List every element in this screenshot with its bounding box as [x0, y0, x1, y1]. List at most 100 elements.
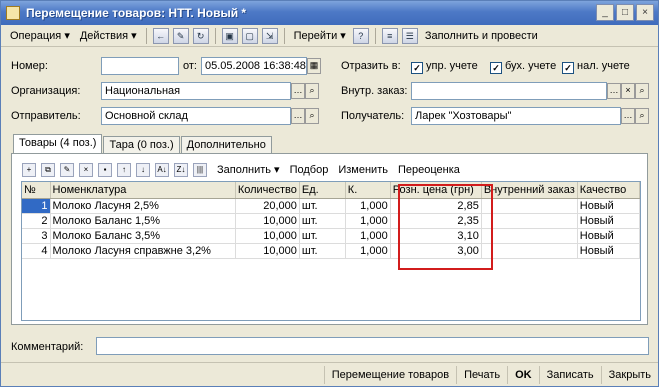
comment-label: Комментарий:: [11, 341, 84, 353]
select-button[interactable]: Подбор: [285, 162, 334, 178]
refresh-icon[interactable]: ↻: [192, 27, 209, 44]
save-button[interactable]: Записать: [538, 365, 601, 384]
date-field[interactable]: 05.05.2008 16:38:48: [201, 57, 307, 75]
document-window: Перемещение товаров: НТТ. Новый * _ □ × …: [0, 0, 659, 387]
table-row[interactable]: 1 Молоко Ласуня 2,5% 20,000 шт. 1,000 2,…: [22, 198, 640, 214]
select-recipient-button[interactable]: …: [621, 108, 635, 124]
sort-desc-icon[interactable]: Z↓: [174, 162, 188, 177]
col-inner-order[interactable]: Внутренний заказ: [481, 182, 578, 199]
book-accounting-checkbox[interactable]: ✓ бух. учете: [490, 60, 556, 74]
col-quality[interactable]: Качество: [577, 182, 640, 199]
minimize-button[interactable]: _: [596, 4, 614, 21]
sort-asc-icon[interactable]: A↓: [155, 162, 169, 177]
ok-button[interactable]: OK: [507, 365, 539, 384]
quality-cell: Новый: [577, 198, 640, 214]
barcode-icon[interactable]: |||: [193, 162, 207, 177]
col-number[interactable]: №: [22, 182, 51, 199]
tab-additional[interactable]: Дополнительно: [180, 136, 272, 153]
maximize-button[interactable]: □: [616, 4, 634, 21]
move-down-icon[interactable]: ↓: [136, 162, 150, 177]
copy-row-icon[interactable]: ⧉: [41, 162, 55, 177]
sender-field[interactable]: Основной склад: [101, 107, 291, 125]
print-button[interactable]: Печать: [456, 365, 507, 384]
comment-field[interactable]: [96, 337, 649, 355]
search-icon[interactable]: ⌕: [305, 108, 319, 124]
col-nomenclature[interactable]: Номенклатура: [50, 182, 236, 199]
unit-cell: шт.: [299, 198, 346, 214]
move-up-icon[interactable]: ↑: [117, 162, 131, 177]
select-inner-order-button[interactable]: …: [607, 83, 621, 99]
actions-menu[interactable]: Действия ▾: [75, 27, 142, 44]
row-number: 2: [22, 213, 51, 229]
reflect-label: Отразить в:: [341, 60, 401, 72]
inner-order-field[interactable]: [411, 82, 607, 100]
edit-icon[interactable]: ✎: [172, 27, 189, 44]
tab-strip: Товары (4 поз.) Тара (0 поз.) Дополнител…: [13, 134, 273, 153]
fill-menu[interactable]: Заполнить ▾: [212, 161, 285, 178]
select-sender-button[interactable]: …: [291, 108, 305, 124]
sender-label: Отправитель:: [11, 110, 81, 122]
goto-menu[interactable]: Перейти ▾: [289, 27, 351, 44]
unit-cell: шт.: [299, 213, 346, 229]
fill-and-post-button[interactable]: Заполнить и провести: [420, 28, 543, 44]
col-coefficient[interactable]: К.: [345, 182, 391, 199]
quality-cell: Новый: [577, 213, 640, 229]
nomenclature-cell: Молоко Баланс 3,5%: [50, 228, 236, 244]
tab-containers[interactable]: Тара (0 поз.): [103, 136, 180, 153]
recipient-field[interactable]: Ларек "Хозтовары": [411, 107, 621, 125]
inner-order-cell: [481, 243, 578, 259]
inner-order-cell: [481, 228, 578, 244]
structure-icon[interactable]: ⇲: [261, 27, 278, 44]
col-unit[interactable]: Ед.: [299, 182, 346, 199]
close-form-button[interactable]: Закрыть: [600, 365, 658, 384]
organization-label: Организация:: [11, 85, 81, 97]
organization-field[interactable]: Национальная: [101, 82, 291, 100]
unit-cell: шт.: [299, 228, 346, 244]
reprice-button[interactable]: Переоценка: [393, 162, 465, 178]
number-field[interactable]: [101, 57, 179, 75]
edit-row-icon[interactable]: ✎: [60, 162, 74, 177]
coefficient-cell: 1,000: [345, 228, 391, 244]
add-row-icon[interactable]: +: [22, 162, 36, 177]
clear-icon[interactable]: ×: [621, 83, 635, 99]
inner-order-cell: [481, 198, 578, 214]
end-edit-icon[interactable]: ▪: [98, 162, 112, 177]
unpost-icon[interactable]: ▢: [241, 27, 258, 44]
mgmt-accounting-checkbox[interactable]: ✓ упр. учете: [411, 60, 478, 74]
doc-move-goods-button[interactable]: Перемещение товаров: [323, 365, 456, 384]
post-icon[interactable]: ▣: [221, 27, 238, 44]
calendar-icon[interactable]: ▦: [307, 58, 321, 74]
inner-order-cell: [481, 213, 578, 229]
goods-table[interactable]: № Номенклатура Количество Ед. К. Розн. ц…: [21, 181, 641, 321]
nomenclature-cell: Молоко Ласуня 2,5%: [50, 198, 236, 214]
operation-menu[interactable]: Операция ▾: [5, 27, 75, 44]
col-quantity[interactable]: Количество: [235, 182, 300, 199]
table-row[interactable]: 3 Молоко Баланс 3,5% 10,000 шт. 1,000 3,…: [22, 228, 640, 244]
document-icon: [6, 6, 20, 20]
table-row[interactable]: 4 Молоко Ласуня справжне 3,2% 10,000 шт.…: [22, 243, 640, 259]
select-organization-button[interactable]: …: [291, 83, 305, 99]
main-toolbar: Операция ▾ Действия ▾ ← ✎ ↻ ▣ ▢ ⇲ Перейт…: [1, 25, 658, 47]
tab-goods[interactable]: Товары (4 поз.): [13, 134, 103, 153]
close-button[interactable]: ×: [636, 4, 654, 21]
quality-cell: Новый: [577, 228, 640, 244]
nomenclature-cell: Молоко Баланс 1,5%: [50, 213, 236, 229]
coefficient-cell: 1,000: [345, 213, 391, 229]
delete-row-icon[interactable]: ×: [79, 162, 93, 177]
row-number: 1: [22, 198, 51, 214]
goods-panel: + ⧉ ✎ × ▪ ↑ ↓ A↓ Z↓ ||| Заполнить ▾ Подб…: [11, 153, 648, 325]
tax-accounting-checkbox[interactable]: ✓ нал. учете: [562, 60, 630, 74]
table-row[interactable]: 2 Молоко Баланс 1,5% 10,000 шт. 1,000 2,…: [22, 213, 640, 229]
search-icon[interactable]: ⌕: [635, 83, 649, 99]
mgmt-accounting-label: упр. учете: [426, 60, 478, 72]
coefficient-cell: 1,000: [345, 243, 391, 259]
search-icon[interactable]: ⌕: [305, 83, 319, 99]
search-icon[interactable]: ⌕: [635, 108, 649, 124]
number-label: Номер:: [11, 60, 48, 72]
quantity-cell: 10,000: [235, 228, 300, 244]
help-button[interactable]: ?: [352, 27, 369, 44]
list-icon[interactable]: ≡: [381, 27, 398, 44]
quantity-cell: 10,000: [235, 243, 300, 259]
back-icon[interactable]: ←: [152, 27, 169, 44]
change-button[interactable]: Изменить: [333, 162, 393, 178]
